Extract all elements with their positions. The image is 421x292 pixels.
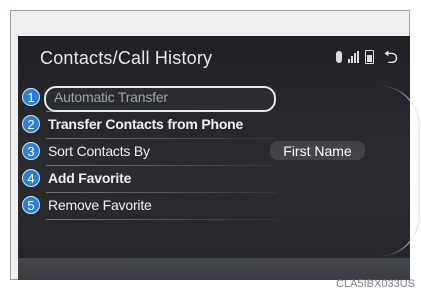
item-number-badge: 3 bbox=[22, 142, 40, 160]
menu-item-remove-favorite[interactable]: 5 Remove Favorite bbox=[22, 192, 382, 220]
item-number-badge: 4 bbox=[22, 169, 40, 187]
bluetooth-icon bbox=[335, 51, 342, 63]
item-number-badge: 2 bbox=[22, 115, 40, 133]
divider bbox=[46, 219, 276, 220]
menu-item-label: Add Favorite bbox=[48, 170, 132, 186]
sort-value[interactable]: First Name bbox=[270, 141, 365, 160]
menu-item-label: Automatic Transfer bbox=[54, 89, 168, 105]
menu-item-label: Remove Favorite bbox=[48, 197, 152, 213]
menu-item-sort-contacts[interactable]: 3 Sort Contacts By First Name bbox=[22, 138, 382, 166]
scroll-indicator[interactable] bbox=[378, 86, 420, 256]
settings-menu: 1 Automatic Transfer 2 Transfer Contacts… bbox=[22, 84, 382, 220]
image-caption: CLA5IBX033US bbox=[336, 278, 415, 290]
item-number-badge: 1 bbox=[22, 88, 40, 106]
battery-icon bbox=[364, 50, 374, 64]
menu-item-label: Sort Contacts By bbox=[48, 143, 150, 159]
item-number-badge: 5 bbox=[22, 196, 40, 214]
signal-icon bbox=[347, 51, 359, 63]
bottom-bar bbox=[18, 258, 410, 280]
menu-item-automatic-transfer[interactable]: 1 Automatic Transfer bbox=[22, 84, 382, 112]
status-bar: ⮌ bbox=[335, 48, 398, 66]
infotainment-screen: Contacts/Call History ⮌ 1 Automatic Tran… bbox=[18, 36, 420, 280]
back-arrow-icon[interactable]: ⮌ bbox=[384, 48, 398, 66]
menu-item-transfer-contacts[interactable]: 2 Transfer Contacts from Phone bbox=[22, 111, 382, 139]
menu-item-label: Transfer Contacts from Phone bbox=[48, 116, 244, 132]
page-title: Contacts/Call History bbox=[40, 48, 213, 68]
menu-item-add-favorite[interactable]: 4 Add Favorite bbox=[22, 165, 382, 193]
